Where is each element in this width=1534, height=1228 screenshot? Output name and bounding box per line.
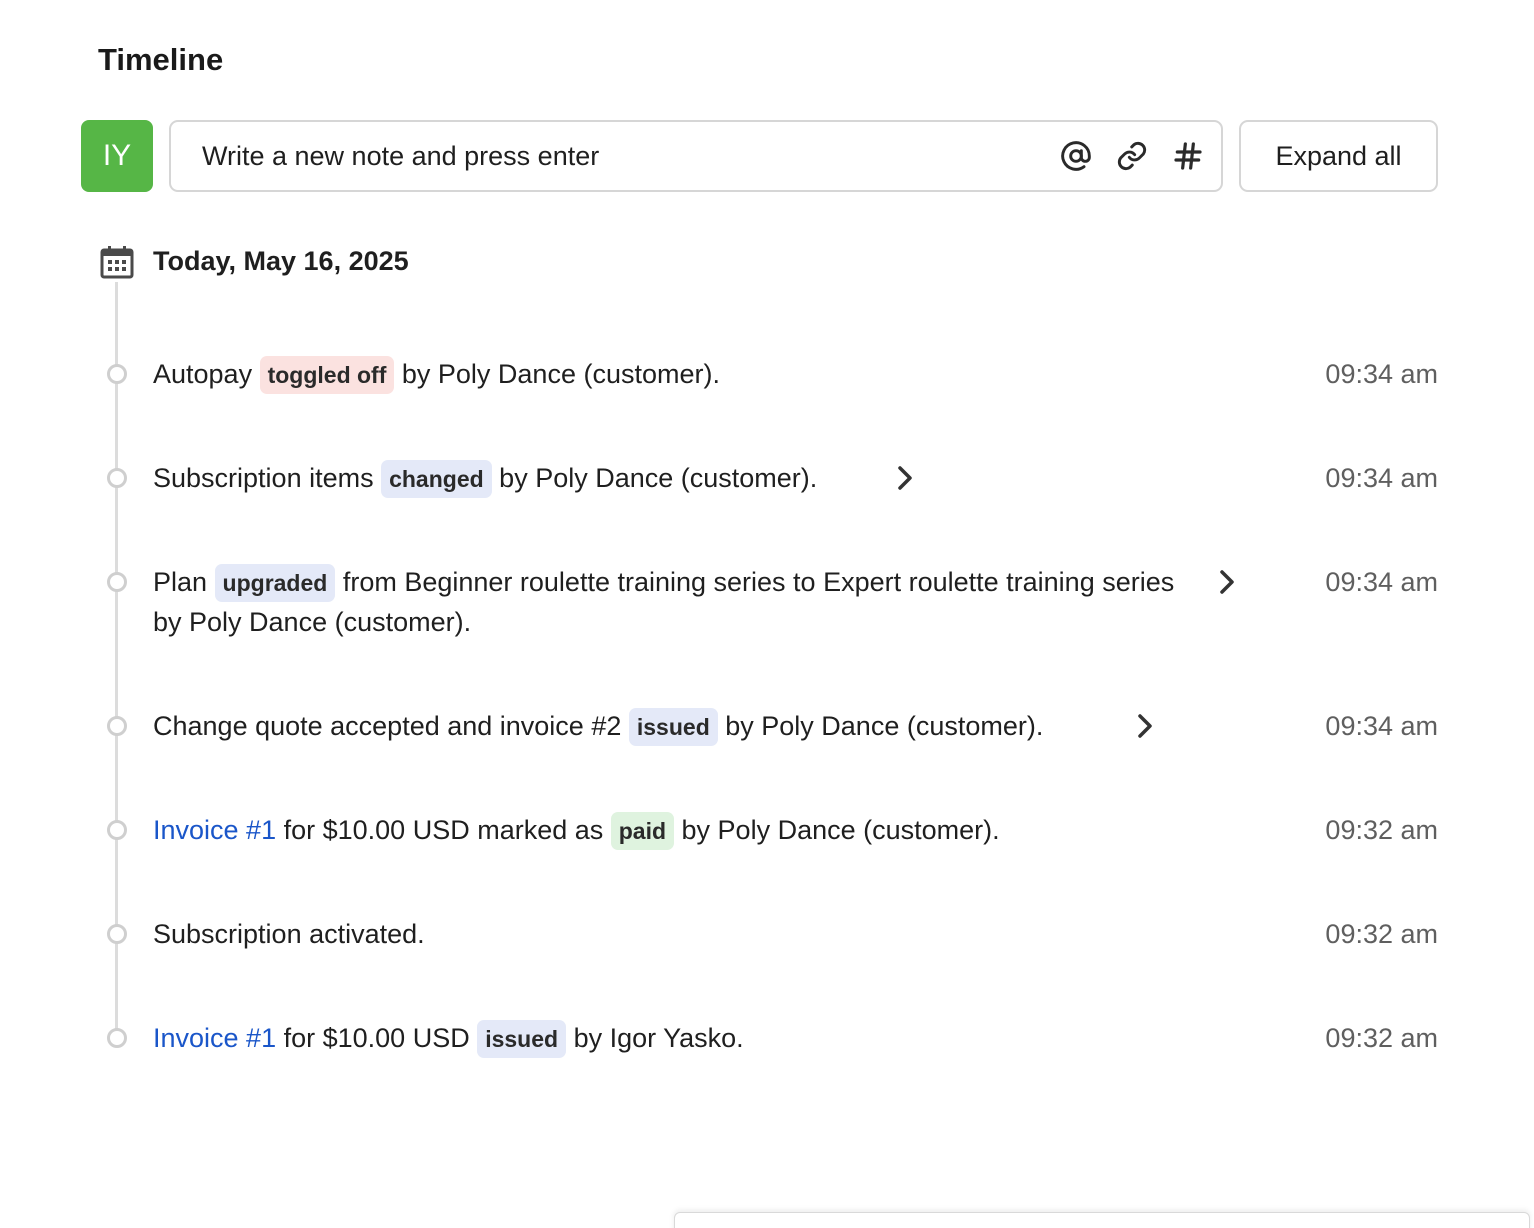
attachment-icon[interactable] [1115,138,1149,174]
event-text: Invoice #1 for $10.00 USD issued by Igor… [153,1018,744,1058]
status-badge: upgraded [214,564,336,602]
bottom-panel [674,1212,1530,1228]
timeline-dot [107,820,127,840]
event-time: 09:34 am [1325,359,1438,389]
event-text-start: Change quote accepted and invoice #2 [153,711,629,741]
event-time: 09:32 am [1325,919,1438,949]
event-text-start: Subscription items [153,463,382,493]
event-text-end: by Poly Dance (customer). [394,359,720,389]
event-text: Plan upgraded from Beginner roulette tra… [153,562,1193,642]
day-heading: Today, May 16, 2025 [153,246,409,276]
timeline-dot [107,364,127,384]
page-title: Timeline [98,42,224,77]
event-text: Autopay toggled off by Poly Dance (custo… [153,354,720,394]
event-text-end: by Poly Dance (customer). [491,463,818,493]
event-time: 09:34 am [1325,463,1438,493]
event-text-start: for $10.00 USD marked as [276,815,611,845]
note-input[interactable] [202,140,1022,172]
event-text-end: by Igor Yasko. [566,1023,744,1053]
mention-icon[interactable] [1059,138,1093,174]
hashtag-icon[interactable] [1171,138,1205,174]
note-composer [169,120,1223,192]
invoice-link[interactable]: Invoice #1 [153,815,276,845]
status-badge: issued [628,708,718,746]
timeline-dot [107,1028,127,1048]
event-time: 09:32 am [1325,815,1438,845]
timeline-dot [107,572,127,592]
invoice-link[interactable]: Invoice #1 [153,1023,276,1053]
event-text-start: Subscription activated. [153,919,425,949]
event-text-start: for $10.00 USD [276,1023,478,1053]
event-time: 09:34 am [1325,711,1438,741]
timeline-dot [107,924,127,944]
avatar: IY [81,120,153,192]
event-text-start: Autopay [153,359,260,389]
event-text-end: by Poly Dance (customer). [674,815,1000,845]
status-badge: toggled off [259,356,395,394]
note-tools [1059,138,1205,174]
calendar-icon [100,245,134,284]
status-badge: paid [610,812,675,850]
timeline-dot [107,468,127,488]
status-badge: issued [477,1020,567,1058]
event-text-end: by Poly Dance (customer). [717,711,1044,741]
event-text: Subscription items changed by Poly Dance… [153,458,817,498]
event-time: 09:34 am [1325,567,1438,597]
chevron-right-icon[interactable] [1215,568,1239,601]
chevron-right-icon[interactable] [1133,712,1157,745]
chevron-right-icon[interactable] [893,464,917,497]
event-text: Subscription activated. [153,914,425,954]
event-text: Change quote accepted and invoice #2 iss… [153,706,1043,746]
event-time: 09:32 am [1325,1023,1438,1053]
event-text: Invoice #1 for $10.00 USD marked as paid… [153,810,1000,850]
timeline-dot [107,716,127,736]
expand-all-button[interactable]: Expand all [1239,120,1438,192]
status-badge: changed [381,460,492,498]
event-text-start: Plan [153,567,215,597]
